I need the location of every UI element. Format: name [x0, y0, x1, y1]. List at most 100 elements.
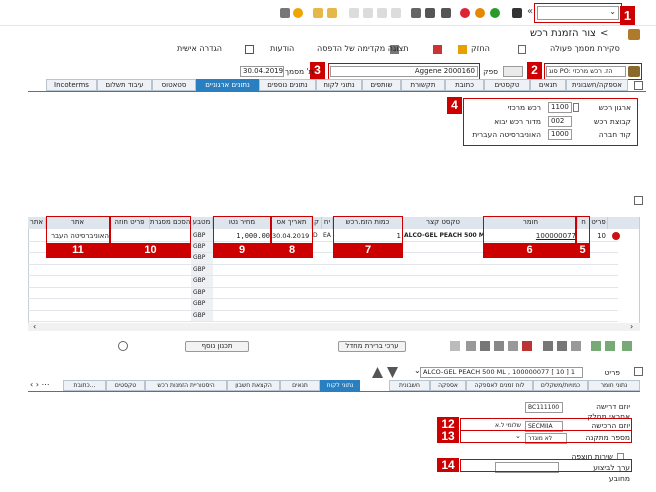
date-cat-cell[interactable]: D [313, 231, 322, 241]
print-icon[interactable] [441, 8, 451, 18]
item-down-icon[interactable] [387, 367, 398, 378]
menu-hold[interactable]: החזק [471, 44, 490, 54]
cancel-icon[interactable] [460, 8, 470, 18]
customize-icon[interactable] [280, 8, 290, 18]
tab-incoterms[interactable]: Incoterms [46, 79, 97, 91]
table-tool-icon[interactable] [605, 341, 615, 351]
table-tool-icon[interactable] [466, 341, 476, 351]
tab-customer-data[interactable]: נתוני לקוח [316, 79, 362, 91]
currency-cell: GBP [193, 243, 206, 250]
hold-icon[interactable] [458, 45, 467, 54]
item-tab-qty-weights[interactable]: כמויות/משקלים [533, 380, 588, 391]
table-row [28, 264, 618, 265]
item-tab-address[interactable]: כתובת... [63, 380, 106, 391]
tab-partners[interactable]: שותפים [362, 79, 401, 91]
more-planning-button[interactable]: תכנון נוסף [185, 341, 249, 352]
purch-org-label: ארגון רכש [598, 103, 631, 112]
purch-org-field[interactable]: 1100 [548, 102, 572, 113]
company-field[interactable]: 1000 [548, 129, 572, 140]
item-dropdown-icon[interactable]: ⌄ [414, 366, 421, 375]
doc-date-label: ת' מסמך [285, 67, 314, 76]
tabs-nav-icon[interactable]: ‹ › ⋯ [30, 380, 49, 389]
purch-group-field[interactable]: 002 [548, 116, 572, 127]
delete-icon[interactable] [571, 341, 581, 351]
messages-icon[interactable] [433, 45, 442, 54]
unit-cell[interactable]: EA [323, 231, 333, 241]
status-light-icon [612, 232, 620, 240]
scroll-last-icon[interactable] [391, 8, 401, 18]
item-tab-delivery[interactable]: אספקה [430, 380, 466, 391]
header-tabs-line [28, 91, 646, 92]
new-session-icon[interactable] [327, 8, 337, 18]
menu-document-overview[interactable]: סקירת מסמך פעולה [550, 44, 620, 54]
save-icon[interactable] [512, 8, 522, 18]
annotation-box-13 [460, 430, 632, 443]
back-arrow-icon[interactable]: < [600, 28, 608, 39]
tab-texts[interactable]: טקסטים [484, 79, 530, 91]
table-tool-icon[interactable] [543, 341, 553, 351]
short-text-cell[interactable]: ALCO-GEL PEACH 500 ML [404, 231, 484, 241]
tab-status[interactable]: סטאטוס [152, 79, 196, 91]
tab-conditions[interactable]: תנאים [530, 79, 566, 91]
item-tab-texts[interactable]: טקסטים [106, 380, 145, 391]
col-header-short-text: טקסט קצר [403, 217, 484, 229]
help-icon[interactable] [293, 8, 303, 18]
company-label: קוד חברה [598, 130, 631, 139]
item-tab-material-data[interactable]: נתוני חומר [588, 380, 640, 391]
item-tab-po-history[interactable]: היסטוריית הזמנות רכש [145, 380, 227, 391]
scroll-prev-icon[interactable] [363, 8, 373, 18]
table-settings-icon[interactable] [118, 341, 128, 351]
scroll-left-icon[interactable]: ‹ [33, 322, 36, 331]
sort-icon[interactable] [494, 341, 504, 351]
menu-print-preview[interactable]: תצוגה מקדימה של הדפסה [317, 44, 408, 54]
item-tab-account-assignment[interactable]: הקצאת חשבון [227, 380, 280, 391]
items-collapse-icon[interactable] [634, 196, 643, 205]
personal-settings-icon[interactable] [245, 45, 254, 54]
menu-messages[interactable]: הודעות [270, 44, 294, 54]
table-tool-icon[interactable] [450, 341, 460, 351]
header-collapse-icon[interactable] [634, 81, 643, 90]
search-help-icon[interactable] [573, 103, 579, 112]
menu-personal-settings[interactable]: הגדרה אישית [177, 44, 222, 54]
item-tab-customer-data[interactable]: נתוני לקוח [320, 380, 360, 391]
tab-org-data[interactable]: נתונים ארגוניים [196, 79, 259, 91]
scroll-right-icon[interactable]: › [630, 322, 633, 331]
table-tool-icon[interactable] [508, 341, 518, 351]
table-row [28, 298, 618, 299]
find-icon[interactable] [425, 8, 435, 18]
exit-icon[interactable] [475, 8, 485, 18]
scroll-first-icon[interactable] [349, 8, 359, 18]
item-tab-conditions[interactable]: תנאים [280, 380, 320, 391]
item-selector[interactable]: ALCO-GEL PEACH 500 ML , 100000077 [ 10 ]… [420, 367, 583, 378]
item-up-icon[interactable] [372, 367, 383, 378]
tab-payment[interactable]: עיבוד תשלום [97, 79, 152, 91]
item-detail-collapse-icon[interactable] [634, 367, 643, 376]
annotation-box-14 [460, 459, 632, 472]
table-tool-icon[interactable] [622, 341, 632, 351]
collapse-icon[interactable]: « [527, 6, 533, 17]
doc-date-field[interactable]: 30.04.2019 [240, 66, 284, 77]
purch-group-desc: מדור רכש יבוא [494, 117, 541, 126]
table-tool-icon[interactable] [522, 341, 532, 351]
table-row [28, 287, 618, 288]
currency-cell: GBP [193, 266, 206, 273]
tab-delivery-invoice[interactable]: אספקה/חשבונית [566, 79, 628, 91]
find-next-icon[interactable] [411, 8, 421, 18]
item-cell[interactable]: 10 [594, 231, 606, 241]
tab-additional-data[interactable]: נתונים נוספים [259, 79, 316, 91]
vendor-extra-field[interactable] [503, 66, 523, 77]
filter-icon[interactable] [480, 341, 490, 351]
document-overview-icon[interactable] [518, 45, 526, 54]
item-tab-invoice[interactable]: חשבונית [389, 380, 430, 391]
back-icon[interactable] [490, 8, 500, 18]
table-scrollbar[interactable] [28, 323, 640, 331]
tab-address[interactable]: כתובת [445, 79, 484, 91]
layout-icon[interactable] [313, 8, 323, 18]
table-tool-icon[interactable] [557, 341, 567, 351]
item-tab-delivery-schedule[interactable]: לוח זמנים לאספקה [466, 380, 533, 391]
tab-communication[interactable]: תקשורת [401, 79, 445, 91]
default-values-button[interactable]: ערכי ברירת מחדל [338, 341, 406, 352]
requester-field[interactable]: BC111100 [525, 402, 563, 413]
scroll-next-icon[interactable] [377, 8, 387, 18]
table-tool-icon[interactable] [591, 341, 601, 351]
